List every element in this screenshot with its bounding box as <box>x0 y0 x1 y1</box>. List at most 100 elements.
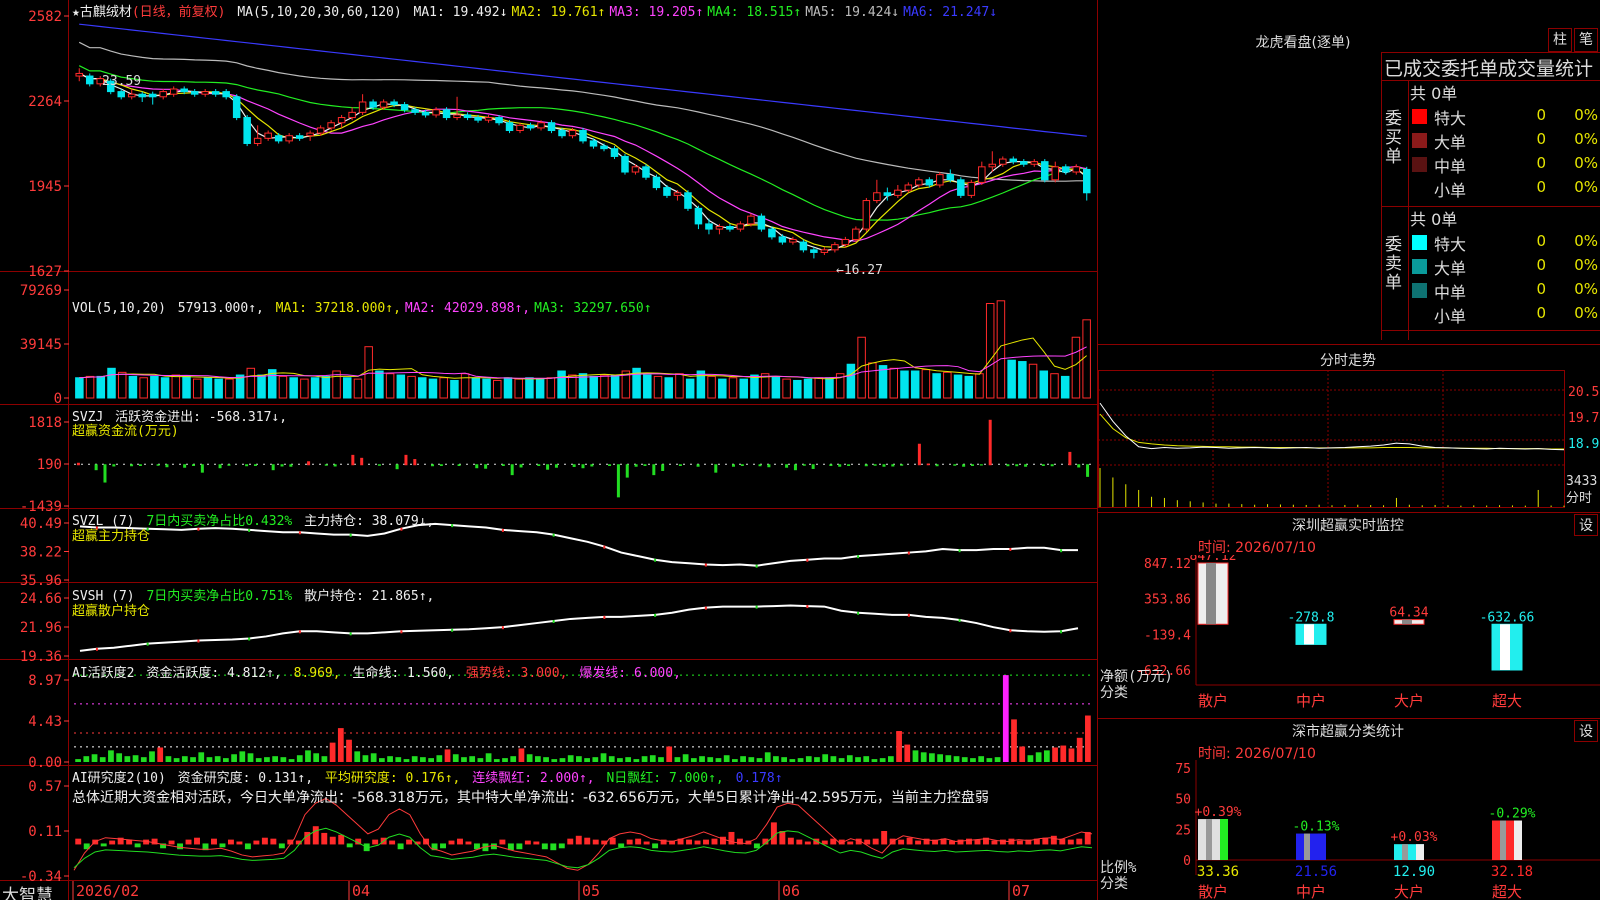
volume-bar <box>546 377 556 399</box>
volume-bar <box>525 377 534 399</box>
buy-row-label: 小单 <box>1434 181 1467 200</box>
sz-monitor-settings-button[interactable]: 设 <box>1574 514 1598 536</box>
svzl-marker <box>857 555 860 559</box>
header-orders[interactable]: 委托单 <box>1441 58 1498 80</box>
sell-row-label: 大单 <box>1434 259 1467 278</box>
volume-bar <box>246 367 256 399</box>
sell-row-label: 小单 <box>1434 307 1467 326</box>
monitor-bar-value: 847.12 <box>1190 555 1237 564</box>
research-bar <box>1050 835 1057 845</box>
research-bar <box>847 841 854 845</box>
activity-bar <box>354 751 361 762</box>
activity-bar <box>461 757 467 762</box>
intraday-chart[interactable]: 20.56 19.74 18.92 3433 分时 <box>1098 370 1600 510</box>
candle <box>453 114 461 119</box>
header-traded[interactable]: 已成交 <box>1384 58 1441 80</box>
money-flow-bar <box>1086 464 1090 477</box>
research-bar <box>457 838 463 845</box>
volume-bar <box>696 370 706 399</box>
volume-bar <box>718 378 727 399</box>
sell-swatch <box>1412 283 1427 298</box>
ma2-line <box>78 72 1088 248</box>
header-volume-stats[interactable]: 成交量统计 <box>1498 58 1593 80</box>
candle <box>148 93 157 98</box>
research-bar <box>168 840 175 845</box>
activity-bar <box>239 751 246 762</box>
volume-bar <box>300 378 309 399</box>
tab-bar[interactable]: 柱 <box>1548 28 1572 52</box>
research-bar <box>465 841 472 845</box>
activity-bar <box>945 755 952 762</box>
research-bar <box>406 839 413 845</box>
volume-bar <box>846 363 856 399</box>
svsh-marker <box>552 620 555 623</box>
volume-bar <box>203 377 213 399</box>
candle <box>264 132 272 139</box>
volume-bar <box>439 377 448 399</box>
activity-bar <box>871 759 878 762</box>
activity-bar <box>149 751 155 762</box>
money-flow-bar <box>395 464 399 470</box>
activity-bar <box>403 759 410 762</box>
svsh-line <box>79 604 1079 652</box>
candle <box>180 88 188 93</box>
volume-bar <box>728 377 738 399</box>
svzj-tick-label: 190 <box>37 457 62 473</box>
activity-bar <box>173 758 180 762</box>
candle <box>558 130 566 137</box>
activity-bar <box>329 742 336 762</box>
ma-label-1: MA1: 37218.000↑, <box>275 301 401 316</box>
research-bar <box>626 839 633 845</box>
money-flow-bar <box>661 464 665 471</box>
activity-bar <box>469 756 476 762</box>
activity-bar <box>387 756 393 762</box>
chart-area[interactable]: ★古麒绒材(日线，前复权) MA(5,10,20,30,60,120) MA1:… <box>0 0 1098 900</box>
activity-bar <box>1076 737 1083 762</box>
candle <box>652 176 661 189</box>
activity-bar <box>1068 748 1075 762</box>
candlestick-chart[interactable]: 2582 2264 1945 1627 23.59 ←16.27 79269 39145 0 18… <box>0 0 1098 900</box>
app-brand[interactable]: 大智慧 <box>2 881 53 900</box>
monitor-bar-value: -278.8 <box>1288 610 1335 625</box>
category-tick-label: 25 <box>1175 823 1191 838</box>
lhb-headers: 已成交委托单成交量统计 <box>1384 54 1593 81</box>
candle <box>75 72 84 77</box>
money-flow-bar <box>377 464 381 466</box>
money-flow-bar <box>988 419 992 466</box>
volume-bar <box>418 377 427 399</box>
tab-tick[interactable]: 笔 <box>1574 28 1598 52</box>
activity-bar <box>493 759 500 762</box>
research-bar <box>440 843 446 849</box>
sz-category-settings-button[interactable]: 设 <box>1574 720 1598 742</box>
money-flow-bar <box>165 464 169 468</box>
svsh-marker <box>907 613 910 617</box>
activity-bar <box>75 759 81 762</box>
research-bar <box>753 843 760 849</box>
ai-active-label4: 强势线: 3.000, <box>465 666 568 681</box>
research-green-line <box>73 827 1093 869</box>
research-bar <box>321 832 328 845</box>
money-flow-bar <box>510 464 514 476</box>
svzl-title: 主力持仓: 38.079↓, <box>304 514 435 529</box>
money-flow-bar <box>333 464 337 467</box>
money-flow-bar <box>431 464 435 467</box>
money-flow-bar <box>847 464 851 466</box>
candle <box>610 148 619 157</box>
volume-bar <box>396 374 406 399</box>
research-bar <box>1067 839 1074 845</box>
research-bar <box>592 839 599 845</box>
research-bar <box>516 843 523 850</box>
buy-row-count: 0 <box>1536 106 1546 124</box>
research-bar <box>312 826 319 845</box>
activity-bar <box>756 758 763 762</box>
activity-bar <box>452 754 459 762</box>
research-bar <box>304 831 311 845</box>
money-flow-bar <box>652 464 656 476</box>
activity-bar <box>108 750 114 762</box>
category-tick-label: 75 <box>1175 762 1191 777</box>
volume-bar <box>1082 319 1091 399</box>
activity-bar <box>157 747 164 762</box>
volume-bar <box>482 378 491 399</box>
money-flow-bar <box>130 464 134 467</box>
category-bar-delta: -0.29% <box>1489 807 1536 822</box>
